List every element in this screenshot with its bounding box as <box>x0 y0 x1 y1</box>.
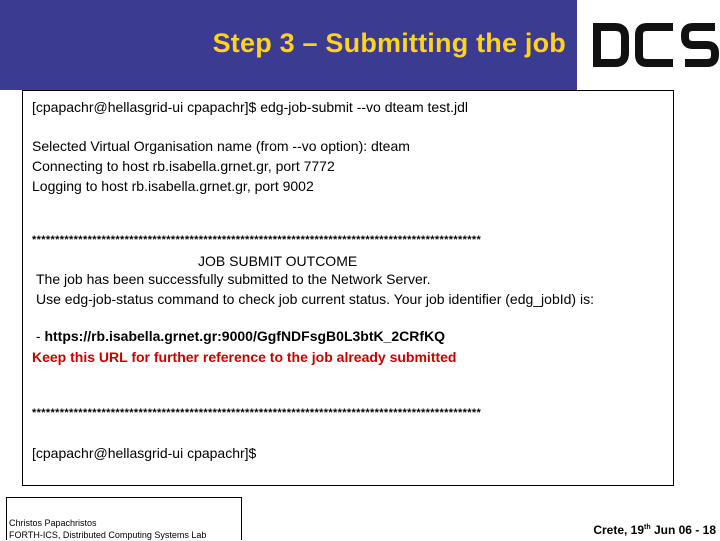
job-identifier: - https://rb.isabella.grnet.gr:9000/GgfN… <box>32 328 445 344</box>
slide-title: Step 3 – Submitting the job <box>212 28 566 58</box>
output-line: Connecting to host rb.isabella.grnet.gr,… <box>32 158 335 174</box>
job-dash: - <box>32 328 45 344</box>
footer-author-box: Christos Papachristos FORTH-ICS, Distrib… <box>6 497 242 540</box>
terminal-output: [cpapachr@hellasgrid-ui cpapachr]$ edg-j… <box>22 90 674 486</box>
output-line: Logging to host rb.isabella.grnet.gr, po… <box>32 178 314 194</box>
dcs-logo <box>577 0 720 90</box>
separator-bottom: ****************************************… <box>32 407 482 419</box>
separator-top: ****************************************… <box>32 234 482 246</box>
outcome-line: The job has been successfully submitted … <box>36 271 431 287</box>
submit-command: [cpapachr@hellasgrid-ui cpapachr]$ edg-j… <box>32 99 468 115</box>
outcome-title: JOB SUBMIT OUTCOME <box>198 253 358 269</box>
date-suffix: th <box>644 524 651 531</box>
date-rest: Jun 06 - 18 <box>650 523 716 537</box>
title-bar: Step 3 – Submitting the job <box>0 0 577 90</box>
output-line: Selected Virtual Organisation name (from… <box>32 138 410 154</box>
slide-footer-date: Crete, 19th Jun 06 - 18 <box>593 523 716 537</box>
date-prefix: Crete, 19 <box>593 523 645 537</box>
dcs-logo-icon <box>593 23 719 67</box>
job-url: https://rb.isabella.grnet.gr:9000/GgfNDF… <box>44 328 446 344</box>
author-name: Christos Papachristos <box>9 518 97 528</box>
keep-url-note: Keep this URL for further reference to t… <box>32 349 457 365</box>
author-affiliation: FORTH-ICS, Distributed Computing Systems… <box>9 530 207 540</box>
outcome-line: Use edg-job-status command to check job … <box>36 291 594 307</box>
shell-prompt: [cpapachr@hellasgrid-ui cpapachr]$ <box>32 445 257 461</box>
